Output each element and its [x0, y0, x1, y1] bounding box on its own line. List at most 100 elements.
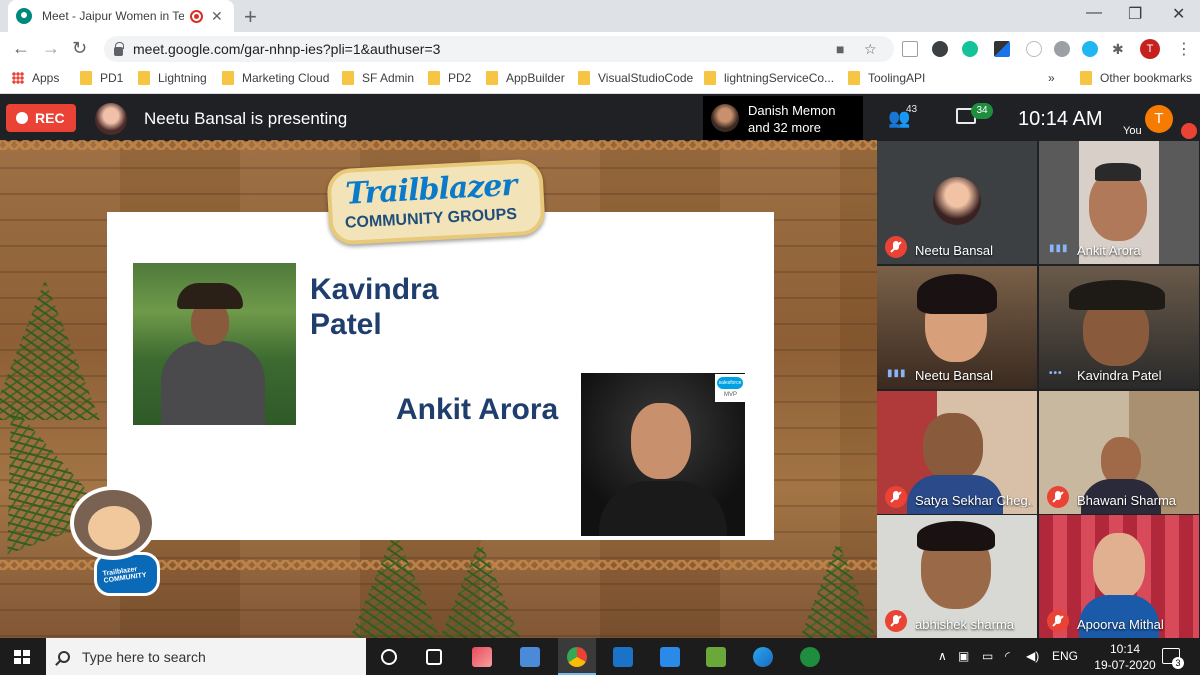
minimize-button[interactable]: —: [1086, 4, 1102, 22]
bookmark-toolingapi[interactable]: ToolingAPI: [848, 71, 925, 85]
folder-icon: [704, 71, 716, 85]
participant-tile[interactable]: ▮▮▮ Ankit Arora: [1039, 141, 1199, 264]
participant-name: Neetu Bansal: [915, 243, 994, 258]
bookmark-marketing-cloud[interactable]: Marketing Cloud: [222, 71, 329, 85]
browser-toolbar: ← → ↻ meet.google.com/gar-nhnp-ies?pli=1…: [0, 32, 1200, 66]
close-tab-icon[interactable]: ✕: [211, 8, 223, 25]
participant-tile[interactable]: abhishek sharma: [877, 515, 1037, 638]
guest-more: and 32 more: [748, 120, 821, 135]
extension-3-icon[interactable]: [1026, 41, 1042, 57]
menu-kebab-icon[interactable]: ⋮: [1176, 39, 1192, 59]
folder-icon: [222, 71, 234, 85]
salesforce-cloud-icon: salesforce: [717, 377, 743, 389]
extensions-puzzle-icon[interactable]: ✱: [1112, 41, 1124, 58]
tray-chevron-icon[interactable]: ∧: [938, 649, 947, 663]
back-button[interactable]: ←: [12, 38, 30, 59]
folder-icon: [578, 71, 590, 85]
participant-name: Kavindra Patel: [1077, 368, 1162, 383]
participant-tile[interactable]: Neetu Bansal: [877, 141, 1037, 264]
wifi-icon[interactable]: ◜: [1005, 649, 1010, 663]
url-text: meet.google.com/gar-nhnp-ies?pli=1&authu…: [133, 41, 441, 57]
participant-tile[interactable]: Apoorva Mithal: [1039, 515, 1199, 638]
extension-5-icon[interactable]: [1082, 41, 1098, 57]
tray-app-icon[interactable]: ▣: [958, 649, 969, 663]
search-icon: [58, 650, 70, 663]
bookmark-visualstudiocode[interactable]: VisualStudioCode: [578, 71, 693, 85]
salesforce-mvp-badge: salesforce MVP: [715, 374, 745, 402]
bookmark-lightning[interactable]: Lightning: [138, 71, 207, 85]
tab-title: Meet - Jaipur Women in Tech: [42, 9, 184, 23]
edge-icon[interactable]: [753, 647, 773, 667]
participant-tile[interactable]: ▮▮▮ Neetu Bansal: [877, 266, 1037, 389]
lock-icon[interactable]: [114, 41, 124, 56]
pc-app-icon[interactable]: [520, 647, 540, 667]
astro-mascot: Trailblazer COMMUNITY: [62, 478, 180, 606]
new-tab-button[interactable]: +: [244, 4, 257, 30]
self-avatar[interactable]: T: [1145, 105, 1173, 133]
bookmark-star-icon[interactable]: ☆: [864, 41, 877, 58]
trailblazer-logo: Trailblazer COMMUNITY GROUPS: [326, 158, 546, 246]
muted-mic-icon: [885, 610, 907, 632]
speaker-name-kavindra: Kavindra Patel: [310, 273, 439, 341]
grammarly-icon[interactable]: [962, 41, 978, 57]
guest-name: Danish Memon: [748, 103, 836, 118]
camera-icon[interactable]: ■: [836, 41, 844, 57]
folder-icon: [80, 71, 92, 85]
speaker-name-ankit: Ankit Arora: [396, 393, 559, 426]
muted-mic-icon: [1047, 486, 1069, 508]
speaking-indicator-icon: ▮▮▮: [1049, 243, 1069, 254]
vscode-icon[interactable]: [660, 647, 680, 667]
windows-start-icon[interactable]: [14, 650, 30, 664]
recording-badge: REC: [6, 104, 76, 132]
mail-icon[interactable]: [613, 647, 633, 667]
participant-avatar: [933, 177, 981, 225]
browser-tabstrip: Meet - Jaipur Women in Tech ✕ + — ❐ ✕: [0, 0, 1200, 32]
participant-name: Apoorva Mithal: [1077, 617, 1164, 632]
maximize-button[interactable]: ❐: [1128, 4, 1142, 24]
bookmark-other-bookmarks[interactable]: Other bookmarks: [1080, 71, 1192, 85]
speaking-indicator-icon: •••: [1049, 368, 1063, 379]
browser-tab-meet[interactable]: Meet - Jaipur Women in Tech ✕: [8, 0, 234, 32]
bookmark-sf-admin[interactable]: SF Admin: [342, 71, 414, 85]
extension-4-icon[interactable]: [1054, 41, 1070, 57]
bookmark-apps[interactable]: Apps: [12, 71, 59, 85]
participant-tile[interactable]: Bhawani Sharma: [1039, 391, 1199, 514]
paint-app-icon[interactable]: [472, 647, 492, 667]
extension-2-icon[interactable]: [932, 41, 948, 57]
bookmark-lightningserviceco[interactable]: lightningServiceCo...: [704, 71, 834, 85]
participants-preview[interactable]: Danish Memon and 32 more: [703, 96, 863, 140]
hangouts-icon[interactable]: [800, 647, 820, 667]
muted-mic-icon: [1047, 610, 1069, 632]
forward-button[interactable]: →: [42, 38, 60, 59]
muted-mic-icon: [885, 236, 907, 258]
bookmark-appbuilder[interactable]: AppBuilder: [486, 71, 565, 85]
participant-name: abhishek sharma: [915, 617, 1014, 632]
task-view-icon[interactable]: [426, 649, 442, 665]
recording-indicator-icon: [190, 9, 203, 23]
excel-like-app-icon[interactable]: [706, 647, 726, 667]
bookmark-pd1[interactable]: PD1: [80, 71, 123, 85]
cortana-icon[interactable]: [381, 649, 397, 665]
taskbar-clock[interactable]: 10:14 19-07-2020: [1092, 641, 1158, 673]
participant-tile[interactable]: Satya Sekhar Cheg...: [877, 391, 1037, 514]
self-label: You: [1123, 125, 1142, 137]
wood-zigzag-top: [0, 140, 877, 150]
participant-tile[interactable]: ••• Kavindra Patel: [1039, 266, 1199, 389]
battery-icon[interactable]: ▭: [982, 649, 993, 663]
chrome-icon[interactable]: [567, 647, 587, 667]
close-window-button[interactable]: ✕: [1172, 4, 1185, 24]
more-bookmarks-button[interactable]: »: [1048, 71, 1055, 85]
bookmarks-bar: Apps PD1 Lightning Marketing Cloud SF Ad…: [0, 66, 1200, 94]
volume-icon[interactable]: ◀): [1026, 649, 1039, 663]
bookmark-pd2[interactable]: PD2: [428, 71, 471, 85]
chat-count-badge: 34: [971, 103, 993, 119]
presenting-status: Neetu Bansal is presenting: [144, 109, 348, 128]
pen-extension-icon[interactable]: [994, 41, 1010, 57]
speaker-photo-kavindra: [133, 263, 296, 425]
language-indicator[interactable]: ENG: [1052, 649, 1078, 663]
profile-avatar[interactable]: T: [1140, 39, 1160, 59]
extension-1-icon[interactable]: [902, 41, 918, 57]
taskbar-search[interactable]: Type here to search: [46, 638, 366, 675]
reload-button[interactable]: ↻: [72, 38, 87, 59]
address-bar[interactable]: meet.google.com/gar-nhnp-ies?pli=1&authu…: [104, 36, 894, 62]
